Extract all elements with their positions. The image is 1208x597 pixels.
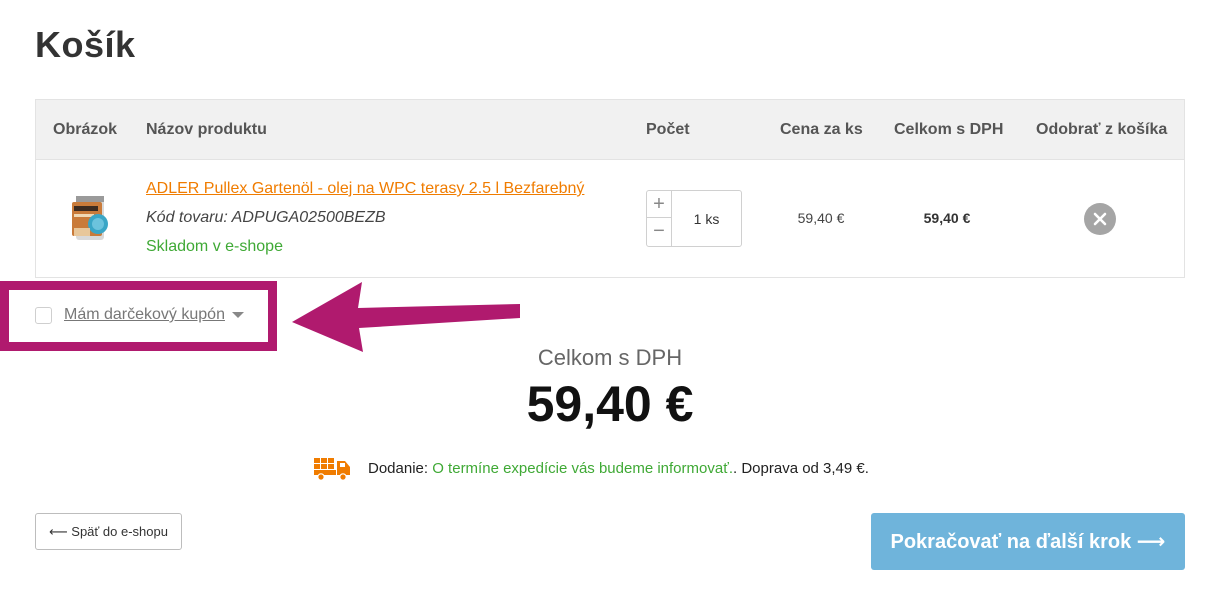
- table-row: ADLER Pullex Gartenöl - olej na WPC tera…: [36, 160, 1184, 278]
- header-image: Obrázok: [53, 121, 118, 138]
- delivery-shipping: . Doprava od 3,49 €.: [733, 459, 869, 477]
- delivery-info: Dodanie: O termíne expedície vás budeme …: [314, 455, 869, 481]
- qty-decrease-button[interactable]: −: [647, 218, 671, 245]
- header-name: Názov produktu: [146, 121, 267, 138]
- quantity-field[interactable]: 1 ks: [672, 191, 741, 246]
- truck-icon: [314, 458, 350, 481]
- header-qty: Počet: [646, 121, 690, 138]
- qty-buttons: + −: [647, 191, 672, 246]
- header-total: Celkom s DPH: [894, 121, 1004, 138]
- table-header: Obrázok Názov produktu Počet Cena za ks …: [36, 100, 1184, 160]
- delivery-status: O termíne expedície vás budeme informova…: [432, 459, 733, 477]
- line-total: 59,40 €: [923, 210, 971, 226]
- unit-price: 59,40 €: [797, 210, 845, 226]
- header-unit-price: Cena za ks: [780, 121, 863, 138]
- product-image[interactable]: [64, 192, 116, 244]
- close-icon: [1093, 212, 1107, 226]
- product-name-link[interactable]: ADLER Pullex Gartenöl - olej na WPC tera…: [146, 180, 584, 198]
- page-title: Košík: [35, 24, 136, 65]
- quantity-stepper: + − 1 ks: [646, 190, 742, 247]
- qty-increase-button[interactable]: +: [647, 191, 671, 218]
- delivery-prefix: Dodanie:: [368, 459, 429, 477]
- product-code: Kód tovaru: ADPUGA02500BEZB: [146, 209, 386, 226]
- coupon-label[interactable]: Mám darčekový kupón: [64, 306, 225, 324]
- stock-status: Skladom v e-shope: [146, 238, 283, 255]
- coupon-checkbox[interactable]: [35, 306, 52, 324]
- summary-label: Celkom s DPH: [537, 345, 683, 370]
- arrow-left-icon: [292, 282, 520, 352]
- caret-down-icon: [231, 312, 244, 318]
- summary-total: 59,40 €: [526, 376, 694, 432]
- coupon-toggle[interactable]: Mám darčekový kupón: [35, 306, 244, 324]
- cart-table: Obrázok Názov produktu Počet Cena za ks …: [35, 99, 1185, 278]
- header-remove: Odobrať z košíka: [1036, 121, 1168, 138]
- next-step-button[interactable]: Pokračovať na ďalší krok ⟶: [871, 513, 1185, 570]
- remove-item-button[interactable]: [1084, 203, 1116, 235]
- back-to-shop-button[interactable]: ⟵ Späť do e-shopu: [35, 513, 182, 550]
